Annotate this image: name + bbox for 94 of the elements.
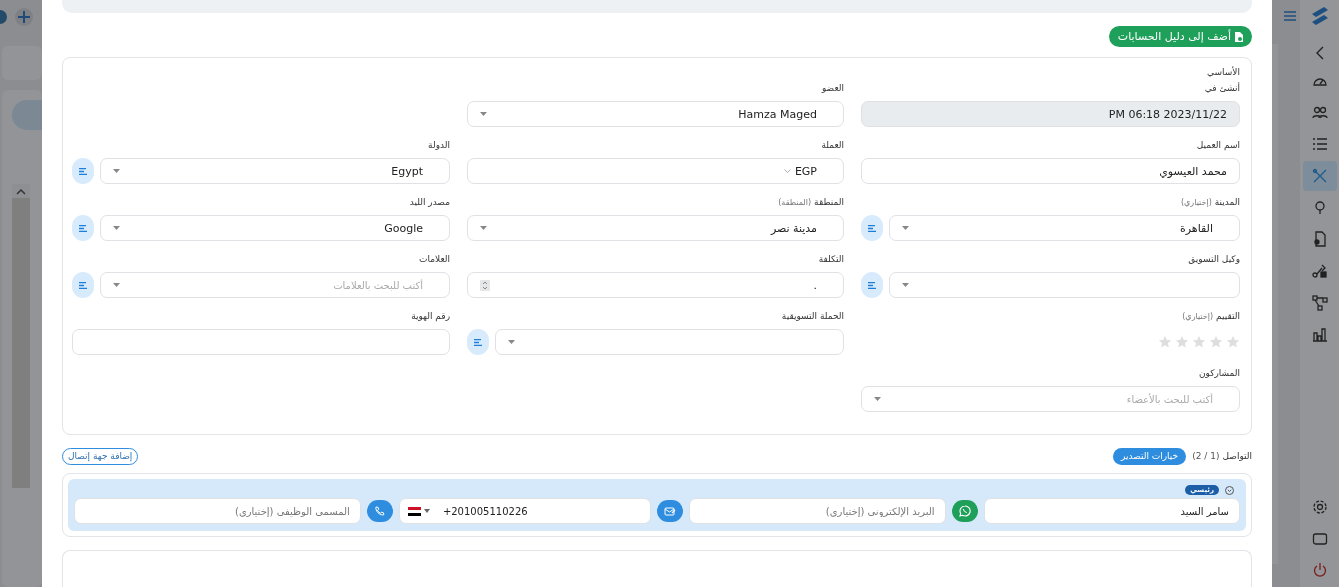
caret-icon	[423, 509, 430, 513]
field-hint: (المنطقة)	[778, 198, 812, 207]
align-icon	[79, 224, 87, 232]
flag-icon	[407, 506, 421, 516]
field-label: التكلفة	[818, 254, 844, 264]
call-button[interactable]	[366, 500, 393, 522]
caret-icon	[874, 397, 881, 401]
spinner-icon	[480, 279, 490, 291]
chevron-left-icon[interactable]	[1314, 46, 1325, 60]
phone-field[interactable]: +201005110226	[398, 498, 652, 524]
field-label: العضو	[821, 83, 844, 93]
number-field[interactable]: .	[467, 272, 844, 298]
tools-nav-item[interactable]	[1302, 161, 1337, 192]
select-field[interactable]: القاهرة	[889, 215, 1240, 241]
options-button[interactable]	[861, 215, 883, 241]
power-icon[interactable]	[1311, 562, 1328, 579]
field-label: التقييم	[1216, 311, 1240, 321]
add-contact-button[interactable]: إضافة جهة إتصال	[62, 447, 139, 465]
chat-icon	[958, 505, 971, 517]
chevron-icon	[783, 168, 791, 174]
options-button[interactable]	[72, 272, 94, 298]
text-field[interactable]: سامر السيد	[983, 498, 1240, 524]
align-icon	[868, 281, 876, 289]
field-label: الدولة	[428, 140, 450, 150]
tools-icon	[1311, 168, 1328, 185]
field-label: اسم العميل	[1196, 140, 1240, 150]
field-label: العلامات	[419, 254, 450, 264]
star-icon	[1226, 335, 1240, 349]
section-title: التواصل	[1222, 451, 1252, 461]
star-icon	[1192, 335, 1206, 349]
select-field[interactable]: EGP	[467, 158, 844, 184]
select-field[interactable]	[495, 329, 844, 355]
align-icon	[474, 338, 482, 346]
menu-icon[interactable]	[1284, 11, 1296, 21]
caret-icon	[902, 283, 909, 287]
caret-icon	[508, 340, 515, 344]
envelope-icon	[664, 505, 677, 517]
scroll-up-icon[interactable]	[16, 188, 26, 196]
window-icon[interactable]	[1311, 530, 1328, 547]
caret-icon	[480, 112, 487, 116]
options-button[interactable]	[72, 158, 94, 184]
pill-shape	[12, 100, 42, 130]
field-label: رقم الهوية	[411, 311, 450, 321]
field-label: المدينة	[1214, 197, 1240, 207]
document-icon	[1311, 231, 1328, 248]
align-icon	[79, 167, 87, 175]
options-button[interactable]	[861, 272, 883, 298]
caret-icon	[113, 283, 120, 287]
field-label: أنشئ في	[1204, 83, 1240, 93]
select-field[interactable]: Hamza Maged	[467, 101, 844, 127]
star-icon	[1175, 335, 1189, 349]
export-options-button[interactable]: خيارات التصدير	[1113, 447, 1187, 465]
list-icon	[1311, 136, 1328, 153]
options-button[interactable]	[467, 329, 489, 355]
field-label: المشاركون	[1198, 368, 1240, 378]
section-title: الأساسي	[1206, 67, 1240, 77]
select-field[interactable]	[889, 272, 1240, 298]
text-field[interactable]: البريد الإلكتروني (إختياري)	[689, 498, 946, 524]
phone-icon	[374, 505, 386, 517]
align-icon	[79, 281, 87, 289]
field-label: المنطقة	[814, 197, 844, 207]
star-icon	[1209, 335, 1223, 349]
collapse-icon[interactable]	[1225, 485, 1234, 495]
field-hint: (إختياري)	[1182, 312, 1214, 321]
field-label: الحملة التسويقية	[781, 311, 844, 321]
document-icon	[1234, 31, 1243, 42]
caret-icon	[113, 226, 120, 230]
hierarchy-icon	[1311, 294, 1328, 311]
text-field[interactable]: المسمي الوظيفي (إختياري)	[74, 498, 361, 524]
text-field[interactable]	[72, 329, 450, 355]
chart-icon	[1311, 326, 1328, 343]
whatsapp-button[interactable]	[951, 500, 978, 522]
plus-icon[interactable]	[15, 8, 33, 26]
settings-icon[interactable]	[1311, 498, 1328, 515]
select-field[interactable]: Google	[100, 215, 450, 241]
select-field[interactable]: مدينة نصر	[467, 215, 844, 241]
field-hint: (إختياري)	[1180, 198, 1212, 207]
align-icon	[868, 224, 876, 232]
field-label: مصدر الليد	[409, 197, 450, 207]
text-field[interactable]: محمد العيسوي	[861, 158, 1240, 184]
star-icon	[1158, 335, 1172, 349]
users-icon	[1311, 104, 1328, 121]
select-field[interactable]: Egypt	[100, 158, 450, 184]
contact-count: (1 / 2)	[1192, 451, 1220, 461]
field-label: وكيل التسويق	[1188, 254, 1240, 264]
caret-icon	[113, 169, 120, 173]
field-label: العملة	[821, 140, 844, 150]
options-button[interactable]	[72, 215, 94, 241]
caret-icon	[480, 226, 487, 230]
scrollbar-thumb[interactable]	[12, 198, 30, 488]
caret-icon	[902, 226, 909, 230]
email-button[interactable]	[657, 500, 684, 522]
date-field[interactable]: PM 06:18 2023/11/22	[861, 101, 1240, 127]
share-icon	[1311, 263, 1328, 280]
